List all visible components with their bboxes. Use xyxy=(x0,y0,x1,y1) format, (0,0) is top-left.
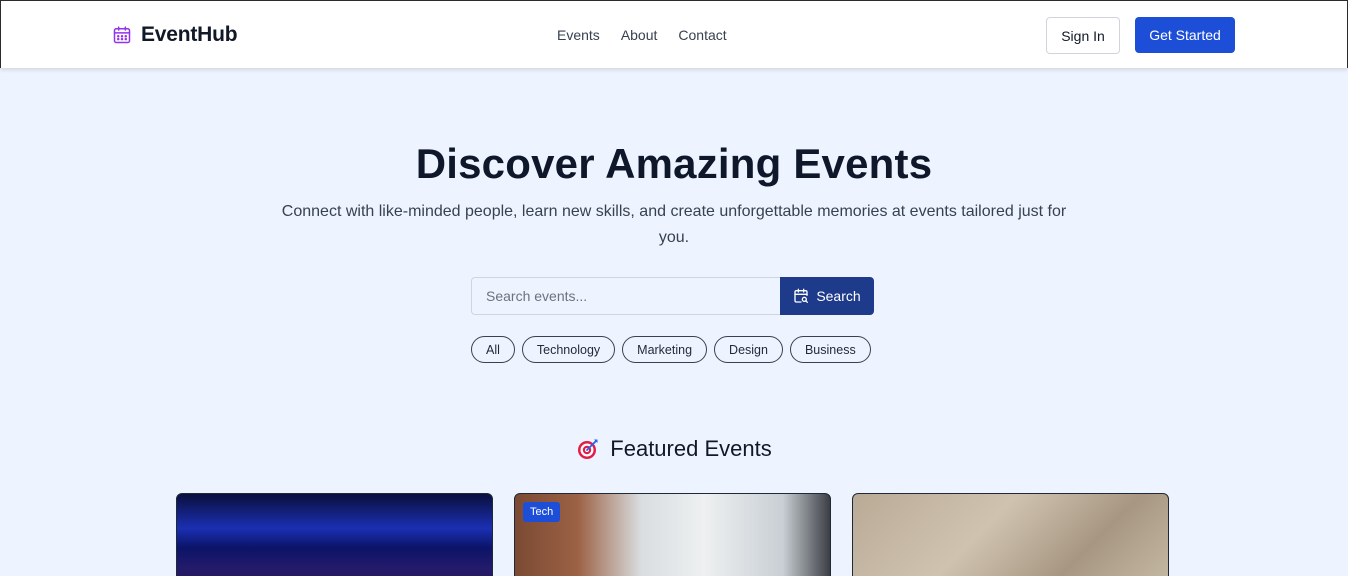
target-icon xyxy=(578,439,598,459)
sign-in-button[interactable]: Sign In xyxy=(1046,17,1120,54)
nav-contact[interactable]: Contact xyxy=(678,27,726,43)
hero-title: Discover Amazing Events xyxy=(415,140,933,187)
search-bar: Search xyxy=(471,277,874,315)
hero-subtitle: Connect with like-minded people, learn n… xyxy=(281,203,1067,246)
chip-marketing[interactable]: Marketing xyxy=(622,336,708,363)
nav-events[interactable]: Events xyxy=(557,27,600,43)
search-input[interactable] xyxy=(471,277,780,315)
chip-design[interactable]: Design xyxy=(714,336,783,363)
main-nav: Events About Contact xyxy=(557,27,727,43)
chip-technology[interactable]: Technology xyxy=(521,336,616,363)
calendar-search-icon xyxy=(794,288,809,303)
chip-all[interactable]: All xyxy=(471,336,515,363)
search-button-label: Search xyxy=(816,288,861,304)
brand-logo[interactable]: EventHub xyxy=(112,23,238,47)
featured-heading: Featured Events xyxy=(0,436,1348,462)
event-card[interactable] xyxy=(176,493,493,576)
category-filters: All Technology Marketing Design Business xyxy=(471,336,871,363)
calendar-icon xyxy=(113,26,131,44)
brand-name: EventHub xyxy=(141,23,238,46)
event-card[interactable] xyxy=(852,493,1169,576)
get-started-button[interactable]: Get Started xyxy=(1135,17,1235,53)
event-card[interactable]: Tech xyxy=(514,493,831,576)
event-tag: Tech xyxy=(523,502,561,522)
page: EventHub Events About Contact Sign In Ge… xyxy=(0,0,1348,576)
nav-about[interactable]: About xyxy=(621,27,658,43)
chip-business[interactable]: Business xyxy=(789,336,871,363)
site-header: EventHub Events About Contact Sign In Ge… xyxy=(0,0,1348,68)
featured-title: Featured Events xyxy=(610,436,772,461)
search-button[interactable]: Search xyxy=(780,277,874,315)
